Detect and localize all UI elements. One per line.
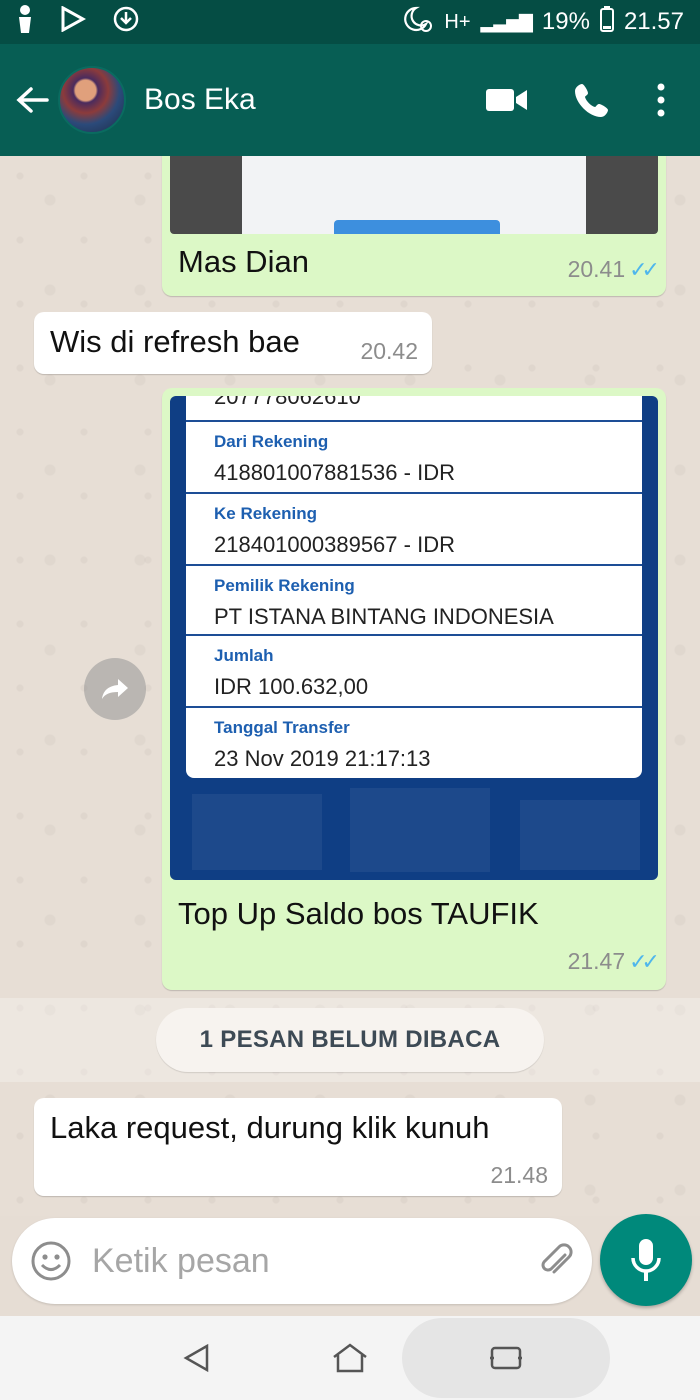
battery-icon <box>599 5 614 39</box>
home-icon <box>333 1343 367 1373</box>
network-type: H+ <box>444 10 471 33</box>
receipt-row: 207778062610 <box>186 396 642 422</box>
nav-home-button[interactable] <box>330 1316 370 1400</box>
receipt-value: IDR 100.632,00 <box>214 674 369 699</box>
video-call-button[interactable] <box>486 87 528 113</box>
message-text: Wis di refresh bae <box>50 324 300 359</box>
message-bubble[interactable]: 207778062610 Dari Rekening 4188010078815… <box>162 388 666 990</box>
alarm-moon-icon <box>402 5 434 40</box>
status-right: H+ ▂▃▅▇ 19% 21.57 <box>402 5 684 40</box>
video-call-icon <box>486 89 527 111</box>
more-options-button[interactable] <box>656 83 666 117</box>
message-meta: 21.47 ✓✓ <box>567 948 660 975</box>
nav-back-icon <box>183 1343 209 1373</box>
forward-button[interactable] <box>84 658 146 720</box>
battery-level: 19% <box>541 8 590 35</box>
mic-icon <box>631 1239 661 1281</box>
message-composer <box>12 1218 652 1304</box>
receipt-value: 23 Nov 2019 21:17:13 <box>214 746 431 771</box>
transfer-receipt: 207778062610 Dari Rekening 4188010078815… <box>186 396 642 778</box>
status-left <box>16 4 140 41</box>
message-time: 21.47 <box>567 948 626 974</box>
receipt-value: PT ISTANA BINTANG INDONESIA <box>214 604 554 629</box>
message-time: 20.42 <box>360 338 418 364</box>
unread-banner: 1 PESAN BELUM DIBACA <box>156 1008 544 1072</box>
header-actions <box>486 82 666 118</box>
receipt-label: Pemilik Rekening <box>214 576 355 595</box>
receipt-value: 207778062610 <box>214 396 361 409</box>
avatar[interactable] <box>58 66 126 134</box>
receipt-row: Pemilik Rekening PT ISTANA BINTANG INDON… <box>186 566 642 636</box>
attach-button[interactable] <box>535 1237 575 1285</box>
message-bubble[interactable]: Mas Dian 20.41 ✓✓ <box>162 156 666 296</box>
chat-area[interactable]: Mas Dian 20.41 ✓✓ Wis di refresh bae 20.… <box>0 156 700 1216</box>
image-attachment[interactable] <box>170 156 658 234</box>
system-nav-bar <box>0 1316 700 1400</box>
person-notification-icon <box>16 4 34 41</box>
read-ticks-icon: ✓✓ <box>629 256 660 282</box>
read-ticks-icon: ✓✓ <box>629 948 660 974</box>
receipt-value: 418801007881536 - IDR <box>214 460 455 485</box>
nav-back-button[interactable] <box>176 1316 216 1400</box>
clock: 21.57 <box>623 8 684 35</box>
nav-recents-button[interactable] <box>486 1316 526 1400</box>
message-time: 21.48 <box>490 1162 548 1188</box>
voice-call-button[interactable] <box>574 82 610 118</box>
play-store-icon <box>60 4 87 39</box>
receipt-label: Ke Rekening <box>214 504 317 523</box>
message-text: Laka request, durung klik kunuh <box>50 1110 490 1145</box>
more-vert-icon <box>657 83 665 117</box>
message-caption: Top Up Saldo bos TAUFIK <box>178 896 539 931</box>
image-content <box>334 220 500 234</box>
emoji-button[interactable] <box>30 1239 72 1283</box>
signal-icon: ▂▃▅▇ <box>480 11 533 32</box>
receipt-row: Ke Rekening 218401000389567 - IDR <box>186 494 642 566</box>
phone-icon <box>575 84 608 117</box>
attach-icon <box>541 1243 573 1274</box>
chat-header: Bos Eka <box>0 44 700 156</box>
download-icon <box>112 5 140 40</box>
receipt-label: Jumlah <box>214 646 274 665</box>
message-caption: Mas Dian <box>178 244 309 279</box>
emoji-icon <box>31 1241 71 1281</box>
receipt-row: Dari Rekening 418801007881536 - IDR <box>186 422 642 494</box>
receipt-label: Dari Rekening <box>214 432 329 451</box>
receipt-value: 218401000389567 - IDR <box>214 532 455 557</box>
forward-icon <box>102 679 128 699</box>
message-time: 20.41 <box>567 256 626 282</box>
receipt-label: Tanggal Transfer <box>214 718 350 737</box>
recents-icon <box>490 1346 522 1370</box>
mic-button[interactable] <box>600 1214 692 1306</box>
back-arrow-icon <box>16 87 49 113</box>
back-button[interactable] <box>12 70 52 130</box>
receipt-row: Jumlah IDR 100.632,00 <box>186 636 642 708</box>
status-bar: H+ ▂▃▅▇ 19% 21.57 <box>0 0 700 44</box>
message-input[interactable] <box>92 1241 535 1281</box>
message-bubble[interactable]: Wis di refresh bae 20.42 <box>34 312 432 374</box>
receipt-row: Tanggal Transfer 23 Nov 2019 21:17:13 <box>186 708 642 778</box>
message-meta: 20.41 ✓✓ <box>567 256 660 283</box>
message-bubble[interactable]: Laka request, durung klik kunuh 21.48 <box>34 1098 562 1196</box>
image-attachment[interactable]: 207778062610 Dari Rekening 4188010078815… <box>170 396 658 880</box>
contact-name[interactable]: Bos Eka <box>144 83 486 117</box>
